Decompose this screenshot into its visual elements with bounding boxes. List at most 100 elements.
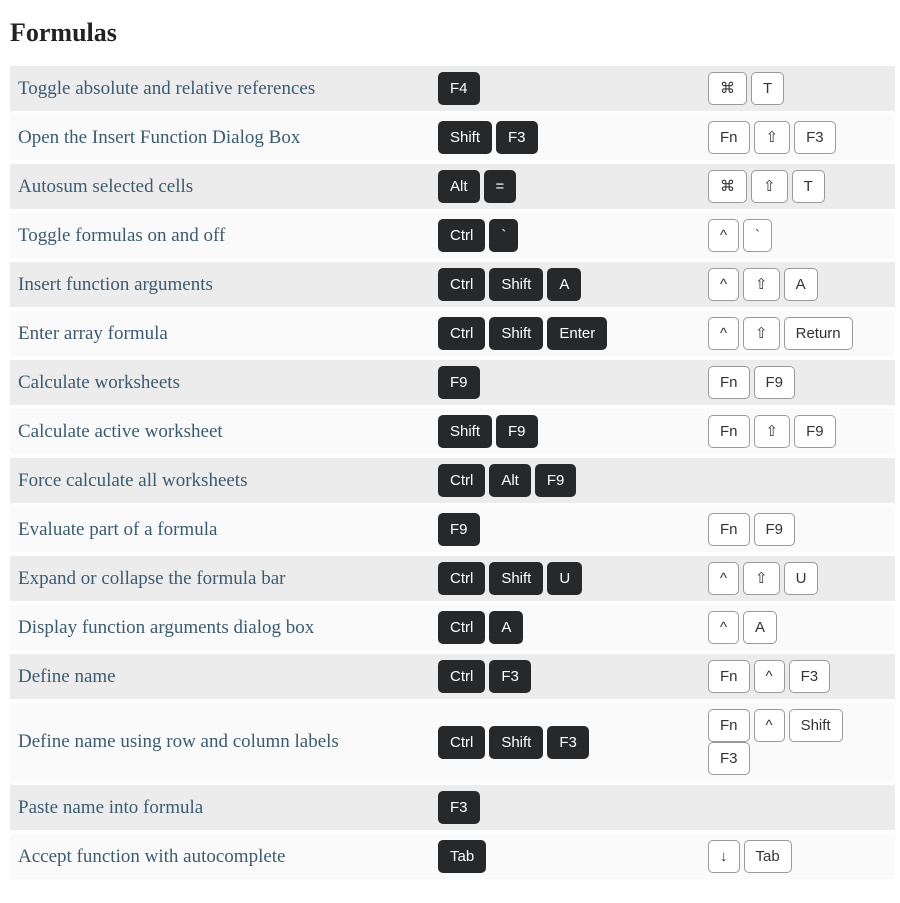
key-mac: Fn [708,660,750,693]
key-mac: T [751,72,784,105]
mac-shortcut-cell: ^A [700,605,895,650]
shortcut-table: Toggle absolute and relative references F… [10,62,895,883]
table-row: Calculate worksheetsF9FnF9 [10,360,895,405]
key-windows: A [547,268,581,301]
windows-shortcut-cell: CtrlF3 [430,654,700,699]
windows-shortcut-cell: CtrlAltF9 [430,458,700,503]
shortcut-link[interactable]: Force calculate all worksheets [18,470,247,491]
key-mac: Fn [708,366,750,399]
shortcut-link[interactable]: Insert function arguments [18,274,213,295]
shortcut-link[interactable]: Define name [18,666,116,687]
key-windows: Alt [489,464,531,497]
shortcut-description-cell: Paste name into formula [10,785,430,830]
key-mac: ^ [708,562,739,595]
key-mac: ⌘ [708,72,747,105]
key-windows: F3 [496,121,538,154]
key-mac: T [792,170,825,203]
mac-shortcut-cell: ^` [700,213,895,258]
windows-shortcut-cell: F3 [430,785,700,830]
shortcut-description-cell: Toggle absolute and relative references [10,66,430,111]
windows-shortcut-cell: F9 [430,507,700,552]
shortcut-description-cell: Enter array formula [10,311,430,356]
shortcut-link[interactable]: Autosum selected cells [18,176,193,197]
windows-shortcut-cell: CtrlShiftU [430,556,700,601]
key-windows: F9 [535,464,577,497]
windows-shortcut-cell: Ctrl` [430,213,700,258]
shortcut-description-cell: Autosum selected cells [10,164,430,209]
key-windows: Alt [438,170,480,203]
mac-shortcut-cell: ↓Tab [700,834,895,879]
mac-shortcut-cell: Fn^F3 [700,654,895,699]
key-mac: A [784,268,818,301]
table-row: Force calculate all worksheets CtrlAltF9 [10,458,895,503]
mac-shortcut-cell: Fn⇧F9 [700,409,895,454]
mac-shortcut-cell: ^⇧Return [700,311,895,356]
windows-shortcut-cell: CtrlA [430,605,700,650]
windows-shortcut-cell: Tab [430,834,700,879]
key-windows: U [547,562,582,595]
shortcut-link[interactable]: Evaluate part of a formula [18,519,217,540]
table-row: Evaluate part of a formula F9 FnF9 [10,507,895,552]
mac-shortcut-cell: Fn⇧F3 [700,115,895,160]
key-mac: F3 [789,660,831,693]
table-row: Paste name into formula F3 [10,785,895,830]
shortcut-description-cell: Insert function arguments [10,262,430,307]
key-windows: F9 [438,513,480,546]
table-row: Define name using row and column labels C… [10,703,895,781]
table-row: Calculate active worksheetShiftF9Fn⇧F9 [10,409,895,454]
table-row: Display function arguments dialog box Ctr… [10,605,895,650]
table-row: Define nameCtrlF3Fn^F3 [10,654,895,699]
shortcut-description-cell: Open the Insert Function Dialog Box [10,115,430,160]
key-mac: ^ [754,660,785,693]
key-mac: ^ [708,268,739,301]
shortcut-description-cell: Accept function with autocomplete [10,834,430,879]
mac-shortcut-cell: FnF9 [700,360,895,405]
key-windows: F3 [438,791,480,824]
key-windows: A [489,611,523,644]
shortcut-description-cell: Define name using row and column labels [10,703,430,781]
windows-shortcut-cell: CtrlShiftA [430,262,700,307]
key-mac: Return [784,317,853,350]
key-windows: F3 [489,660,531,693]
key-windows: Ctrl [438,219,485,252]
mac-shortcut-cell: FnF9 [700,507,895,552]
table-row: Accept function with autocomplete Tab↓Tab [10,834,895,879]
key-mac: A [743,611,777,644]
shortcut-description-cell: Expand or collapse the formula bar [10,556,430,601]
key-mac: ⇧ [743,268,780,301]
key-mac: ⇧ [743,317,780,350]
shortcut-link[interactable]: Expand or collapse the formula bar [18,568,285,589]
shortcut-description-cell: Calculate active worksheet [10,409,430,454]
shortcut-link[interactable]: Toggle formulas on and off [18,225,225,246]
shortcut-link[interactable]: Enter array formula [18,323,168,344]
shortcut-link[interactable]: Open the Insert Function Dialog Box [18,127,300,148]
key-windows: Shift [489,726,543,759]
shortcut-link[interactable]: Calculate worksheets [18,372,180,393]
shortcut-link[interactable]: Calculate active worksheet [18,421,223,442]
windows-shortcut-cell: F4 [430,66,700,111]
key-mac: F9 [754,366,796,399]
key-mac: ⇧ [751,170,788,203]
table-row: Expand or collapse the formula bar CtrlSh… [10,556,895,601]
key-mac: F3 [794,121,836,154]
windows-shortcut-cell: CtrlShiftEnter [430,311,700,356]
shortcut-link[interactable]: Display function arguments dialog box [18,617,314,638]
key-mac: U [784,562,819,595]
key-windows: Ctrl [438,726,485,759]
key-windows: ` [489,219,518,252]
key-windows: Ctrl [438,268,485,301]
shortcut-link[interactable]: Define name using row and column labels [18,731,339,752]
shortcut-link[interactable]: Accept function with autocomplete [18,846,286,867]
key-windows: F9 [438,366,480,399]
key-mac: Fn [708,415,750,448]
shortcut-link[interactable]: Toggle absolute and relative references [18,78,315,99]
key-mac: F3 [708,742,750,775]
key-mac: ↓ [708,840,740,873]
key-mac: Fn [708,513,750,546]
key-windows: Ctrl [438,611,485,644]
mac-shortcut-cell: ⌘⇧T [700,164,895,209]
section-title: Formulas [10,18,900,48]
key-windows: Ctrl [438,660,485,693]
shortcut-link[interactable]: Paste name into formula [18,797,203,818]
key-mac: ⇧ [754,415,791,448]
